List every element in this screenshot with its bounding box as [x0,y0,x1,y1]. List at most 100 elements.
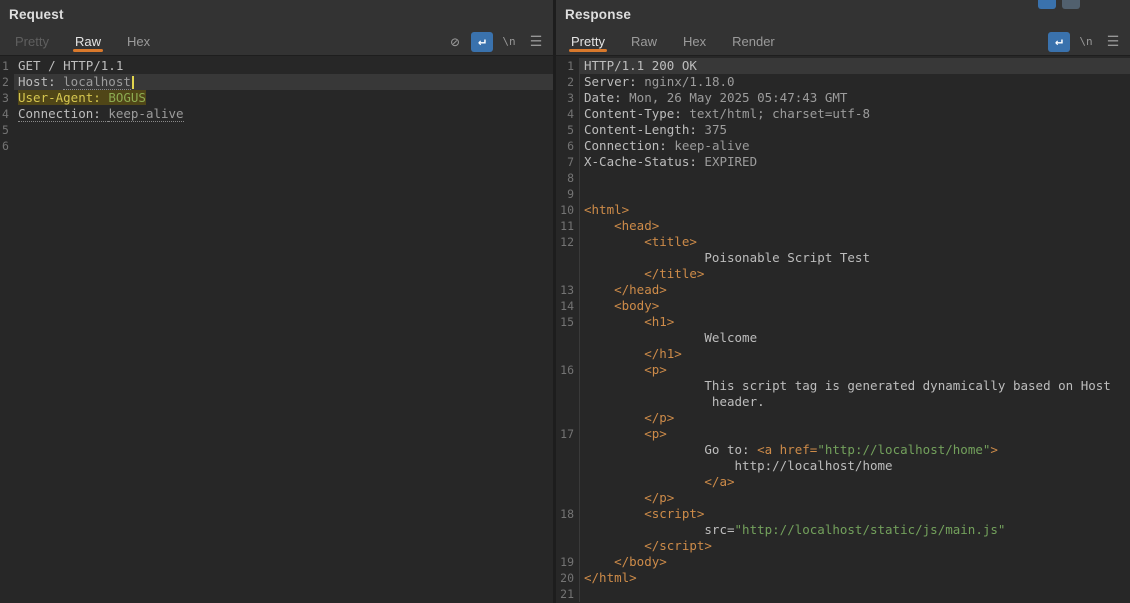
window-control-gray-icon[interactable] [1062,0,1080,9]
line-number [556,330,580,346]
code-line[interactable]: </p> [556,490,1130,506]
code-text: <script> [580,506,1130,522]
line-number: 8 [556,170,580,186]
response-tabs: PrettyRawHexRender [558,28,788,55]
code-text: <p> [580,426,1130,442]
code-line[interactable]: http://localhost/home [556,458,1130,474]
line-number: 17 [556,426,580,442]
code-line[interactable]: </h1> [556,346,1130,362]
code-line[interactable]: 6 [0,138,553,154]
show-newlines-icon[interactable]: \n [1075,32,1097,52]
editor-menu-icon[interactable]: ☰ [1102,32,1124,52]
line-number: 19 [556,554,580,570]
line-number: 1 [556,58,580,74]
line-number: 20 [556,570,580,586]
request-tabbar: PrettyRawHex ⊘↵\n☰ [0,28,553,56]
tab-hex[interactable]: Hex [670,28,719,55]
code-line[interactable]: 14 <body> [556,298,1130,314]
line-number: 16 [556,362,580,378]
tab-pretty: Pretty [2,28,62,55]
code-text: </a> [580,474,1130,490]
code-line[interactable]: 18 <script> [556,506,1130,522]
line-number: 3 [0,90,14,106]
code-line[interactable]: 4Connection: keep-alive [0,106,553,122]
code-line[interactable]: 13 </head> [556,282,1130,298]
code-line[interactable]: </script> [556,538,1130,554]
line-number: 13 [556,282,580,298]
code-text: Go to: <a href="http://localhost/home"> [580,442,1130,458]
code-line[interactable]: 1HTTP/1.1 200 OK [556,58,1130,74]
code-line[interactable]: Go to: <a href="http://localhost/home"> [556,442,1130,458]
line-number: 6 [0,138,14,154]
code-line[interactable]: header. [556,394,1130,410]
line-number [556,394,580,410]
code-line[interactable]: 12 <title> [556,234,1130,250]
show-newlines-icon[interactable]: \n [498,32,520,52]
code-line[interactable]: 5 [0,122,553,138]
code-text [580,186,1130,202]
line-number: 18 [556,506,580,522]
line-number: 6 [556,138,580,154]
code-line[interactable]: 21 [556,586,1130,602]
code-line[interactable]: 20</html> [556,570,1130,586]
code-line[interactable]: 19 </body> [556,554,1130,570]
code-text: <h1> [580,314,1130,330]
response-editor[interactable]: 1HTTP/1.1 200 OK2Server: nginx/1.18.03Da… [556,56,1130,603]
code-line[interactable]: 15 <h1> [556,314,1130,330]
code-line[interactable]: 7X-Cache-Status: EXPIRED [556,154,1130,170]
code-line[interactable]: 3Date: Mon, 26 May 2025 05:47:43 GMT [556,90,1130,106]
code-line[interactable]: </title> [556,266,1130,282]
code-line[interactable]: 16 <p> [556,362,1130,378]
line-number [556,250,580,266]
code-text: </body> [580,554,1130,570]
request-header: Request [0,0,553,28]
code-line[interactable]: 6Connection: keep-alive [556,138,1130,154]
tab-raw[interactable]: Raw [62,28,114,55]
code-line[interactable]: 10<html> [556,202,1130,218]
code-text: header. [580,394,1130,410]
line-number: 4 [556,106,580,122]
line-number: 1 [0,58,14,74]
code-line[interactable]: 5Content-Length: 375 [556,122,1130,138]
request-editor[interactable]: 1GET / HTTP/1.12Host: localhost3User-Age… [0,56,553,603]
code-text: Host: localhost [14,74,553,90]
code-line[interactable]: 3User-Agent: BOGUS [0,90,553,106]
code-line[interactable]: 17 <p> [556,426,1130,442]
tab-hex[interactable]: Hex [114,28,163,55]
line-number: 5 [556,122,580,138]
line-number [556,442,580,458]
request-tabs: PrettyRawHex [2,28,163,55]
line-number: 9 [556,186,580,202]
code-line[interactable]: 4Content-Type: text/html; charset=utf-8 [556,106,1130,122]
code-text: Content-Length: 375 [580,122,1130,138]
code-line[interactable]: This script tag is generated dynamically… [556,378,1130,394]
code-line[interactable]: src="http://localhost/static/js/main.js" [556,522,1130,538]
wrap-lines-icon[interactable]: ↵ [471,32,493,52]
wrap-lines-icon[interactable]: ↵ [1048,32,1070,52]
tab-pretty[interactable]: Pretty [558,28,618,55]
request-panel: Request PrettyRawHex ⊘↵\n☰ 1GET / HTTP/1… [0,0,553,603]
line-number [556,346,580,362]
request-editor-tools: ⊘↵\n☰ [439,28,553,55]
line-number [556,538,580,554]
response-panel: Response PrettyRawHexRender ↵\n☰ 1HTTP/1… [556,0,1130,603]
code-line[interactable]: Welcome [556,330,1130,346]
tab-raw[interactable]: Raw [618,28,670,55]
code-text: Connection: keep-alive [14,106,553,122]
editor-menu-icon[interactable]: ☰ [525,32,547,52]
window-control-blue-icon[interactable] [1038,0,1056,9]
code-line[interactable]: Poisonable Script Test [556,250,1130,266]
code-line[interactable]: 2Host: localhost [0,74,553,90]
code-line[interactable]: 8 [556,170,1130,186]
code-text: src="http://localhost/static/js/main.js" [580,522,1130,538]
code-line[interactable]: </p> [556,410,1130,426]
code-line[interactable]: </a> [556,474,1130,490]
code-line[interactable]: 1GET / HTTP/1.1 [0,58,553,74]
code-line[interactable]: 2Server: nginx/1.18.0 [556,74,1130,90]
tab-render[interactable]: Render [719,28,788,55]
code-line[interactable]: 9 [556,186,1130,202]
code-text: <head> [580,218,1130,234]
hide-nonprintable-icon[interactable]: ⊘ [444,32,466,52]
code-text: Content-Type: text/html; charset=utf-8 [580,106,1130,122]
code-line[interactable]: 11 <head> [556,218,1130,234]
